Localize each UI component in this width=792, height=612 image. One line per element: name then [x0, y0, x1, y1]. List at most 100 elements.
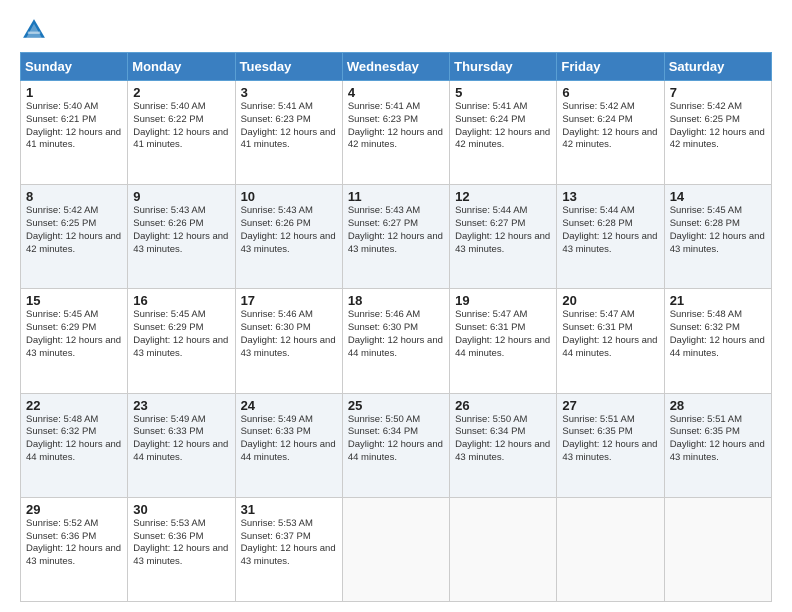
- calendar-header-row: Sunday Monday Tuesday Wednesday Thursday…: [21, 53, 772, 81]
- day-number: 31: [241, 502, 337, 517]
- daylight-label: Daylight: 12 hours and 42 minutes.: [26, 231, 121, 255]
- sunrise-label: Sunrise: 5:53 AM: [133, 518, 205, 529]
- sunrise-label: Sunrise: 5:48 AM: [26, 414, 98, 425]
- day-info: Sunrise: 5:41 AM Sunset: 6:23 PM Dayligh…: [348, 101, 444, 152]
- table-row: 10 Sunrise: 5:43 AM Sunset: 6:26 PM Dayl…: [235, 185, 342, 289]
- col-sunday: Sunday: [21, 53, 128, 81]
- day-info: Sunrise: 5:44 AM Sunset: 6:27 PM Dayligh…: [455, 205, 551, 256]
- sunrise-label: Sunrise: 5:50 AM: [455, 414, 527, 425]
- table-row: 20 Sunrise: 5:47 AM Sunset: 6:31 PM Dayl…: [557, 289, 664, 393]
- daylight-label: Daylight: 12 hours and 42 minutes.: [670, 127, 765, 151]
- daylight-label: Daylight: 12 hours and 43 minutes.: [670, 439, 765, 463]
- table-row: 1 Sunrise: 5:40 AM Sunset: 6:21 PM Dayli…: [21, 81, 128, 185]
- sunset-label: Sunset: 6:23 PM: [348, 114, 418, 125]
- day-info: Sunrise: 5:43 AM Sunset: 6:27 PM Dayligh…: [348, 205, 444, 256]
- logo-icon: [20, 16, 48, 44]
- daylight-label: Daylight: 12 hours and 44 minutes.: [348, 439, 443, 463]
- table-row: 19 Sunrise: 5:47 AM Sunset: 6:31 PM Dayl…: [450, 289, 557, 393]
- sunset-label: Sunset: 6:23 PM: [241, 114, 311, 125]
- day-info: Sunrise: 5:50 AM Sunset: 6:34 PM Dayligh…: [455, 414, 551, 465]
- day-number: 4: [348, 85, 444, 100]
- day-number: 18: [348, 293, 444, 308]
- day-number: 29: [26, 502, 122, 517]
- sunrise-label: Sunrise: 5:48 AM: [670, 309, 742, 320]
- day-number: 27: [562, 398, 658, 413]
- sunset-label: Sunset: 6:34 PM: [348, 426, 418, 437]
- table-row: 13 Sunrise: 5:44 AM Sunset: 6:28 PM Dayl…: [557, 185, 664, 289]
- calendar-week-row: 22 Sunrise: 5:48 AM Sunset: 6:32 PM Dayl…: [21, 393, 772, 497]
- day-number: 6: [562, 85, 658, 100]
- sunrise-label: Sunrise: 5:41 AM: [455, 101, 527, 112]
- daylight-label: Daylight: 12 hours and 43 minutes.: [241, 543, 336, 567]
- sunset-label: Sunset: 6:31 PM: [562, 322, 632, 333]
- daylight-label: Daylight: 12 hours and 43 minutes.: [562, 231, 657, 255]
- day-info: Sunrise: 5:50 AM Sunset: 6:34 PM Dayligh…: [348, 414, 444, 465]
- calendar-week-row: 15 Sunrise: 5:45 AM Sunset: 6:29 PM Dayl…: [21, 289, 772, 393]
- table-row: [557, 497, 664, 601]
- day-number: 22: [26, 398, 122, 413]
- day-info: Sunrise: 5:46 AM Sunset: 6:30 PM Dayligh…: [241, 309, 337, 360]
- daylight-label: Daylight: 12 hours and 44 minutes.: [562, 335, 657, 359]
- day-number: 28: [670, 398, 766, 413]
- sunrise-label: Sunrise: 5:40 AM: [26, 101, 98, 112]
- sunrise-label: Sunrise: 5:41 AM: [348, 101, 420, 112]
- daylight-label: Daylight: 12 hours and 43 minutes.: [348, 231, 443, 255]
- daylight-label: Daylight: 12 hours and 44 minutes.: [241, 439, 336, 463]
- daylight-label: Daylight: 12 hours and 44 minutes.: [26, 439, 121, 463]
- col-saturday: Saturday: [664, 53, 771, 81]
- sunset-label: Sunset: 6:36 PM: [26, 531, 96, 542]
- day-number: 10: [241, 189, 337, 204]
- daylight-label: Daylight: 12 hours and 43 minutes.: [26, 543, 121, 567]
- table-row: 30 Sunrise: 5:53 AM Sunset: 6:36 PM Dayl…: [128, 497, 235, 601]
- sunset-label: Sunset: 6:36 PM: [133, 531, 203, 542]
- sunset-label: Sunset: 6:25 PM: [26, 218, 96, 229]
- sunset-label: Sunset: 6:29 PM: [133, 322, 203, 333]
- daylight-label: Daylight: 12 hours and 42 minutes.: [348, 127, 443, 151]
- daylight-label: Daylight: 12 hours and 43 minutes.: [241, 231, 336, 255]
- sunset-label: Sunset: 6:27 PM: [455, 218, 525, 229]
- day-number: 21: [670, 293, 766, 308]
- sunrise-label: Sunrise: 5:49 AM: [241, 414, 313, 425]
- table-row: 11 Sunrise: 5:43 AM Sunset: 6:27 PM Dayl…: [342, 185, 449, 289]
- day-info: Sunrise: 5:41 AM Sunset: 6:23 PM Dayligh…: [241, 101, 337, 152]
- table-row: [342, 497, 449, 601]
- day-number: 24: [241, 398, 337, 413]
- day-info: Sunrise: 5:49 AM Sunset: 6:33 PM Dayligh…: [241, 414, 337, 465]
- table-row: 26 Sunrise: 5:50 AM Sunset: 6:34 PM Dayl…: [450, 393, 557, 497]
- sunrise-label: Sunrise: 5:53 AM: [241, 518, 313, 529]
- table-row: 12 Sunrise: 5:44 AM Sunset: 6:27 PM Dayl…: [450, 185, 557, 289]
- day-number: 11: [348, 189, 444, 204]
- col-wednesday: Wednesday: [342, 53, 449, 81]
- sunrise-label: Sunrise: 5:46 AM: [241, 309, 313, 320]
- sunrise-label: Sunrise: 5:46 AM: [348, 309, 420, 320]
- day-number: 17: [241, 293, 337, 308]
- calendar-week-row: 8 Sunrise: 5:42 AM Sunset: 6:25 PM Dayli…: [21, 185, 772, 289]
- day-info: Sunrise: 5:43 AM Sunset: 6:26 PM Dayligh…: [133, 205, 229, 256]
- table-row: 14 Sunrise: 5:45 AM Sunset: 6:28 PM Dayl…: [664, 185, 771, 289]
- day-number: 14: [670, 189, 766, 204]
- sunrise-label: Sunrise: 5:52 AM: [26, 518, 98, 529]
- day-info: Sunrise: 5:46 AM Sunset: 6:30 PM Dayligh…: [348, 309, 444, 360]
- calendar-week-row: 1 Sunrise: 5:40 AM Sunset: 6:21 PM Dayli…: [21, 81, 772, 185]
- day-number: 20: [562, 293, 658, 308]
- sunset-label: Sunset: 6:33 PM: [241, 426, 311, 437]
- daylight-label: Daylight: 12 hours and 43 minutes.: [241, 335, 336, 359]
- daylight-label: Daylight: 12 hours and 41 minutes.: [241, 127, 336, 151]
- day-number: 13: [562, 189, 658, 204]
- day-number: 3: [241, 85, 337, 100]
- sunrise-label: Sunrise: 5:43 AM: [241, 205, 313, 216]
- daylight-label: Daylight: 12 hours and 42 minutes.: [455, 127, 550, 151]
- sunrise-label: Sunrise: 5:47 AM: [455, 309, 527, 320]
- table-row: 15 Sunrise: 5:45 AM Sunset: 6:29 PM Dayl…: [21, 289, 128, 393]
- table-row: 17 Sunrise: 5:46 AM Sunset: 6:30 PM Dayl…: [235, 289, 342, 393]
- sunset-label: Sunset: 6:28 PM: [562, 218, 632, 229]
- day-number: 9: [133, 189, 229, 204]
- sunset-label: Sunset: 6:32 PM: [670, 322, 740, 333]
- sunset-label: Sunset: 6:35 PM: [670, 426, 740, 437]
- daylight-label: Daylight: 12 hours and 42 minutes.: [562, 127, 657, 151]
- sunset-label: Sunset: 6:29 PM: [26, 322, 96, 333]
- sunset-label: Sunset: 6:26 PM: [133, 218, 203, 229]
- sunset-label: Sunset: 6:30 PM: [348, 322, 418, 333]
- daylight-label: Daylight: 12 hours and 41 minutes.: [133, 127, 228, 151]
- sunrise-label: Sunrise: 5:41 AM: [241, 101, 313, 112]
